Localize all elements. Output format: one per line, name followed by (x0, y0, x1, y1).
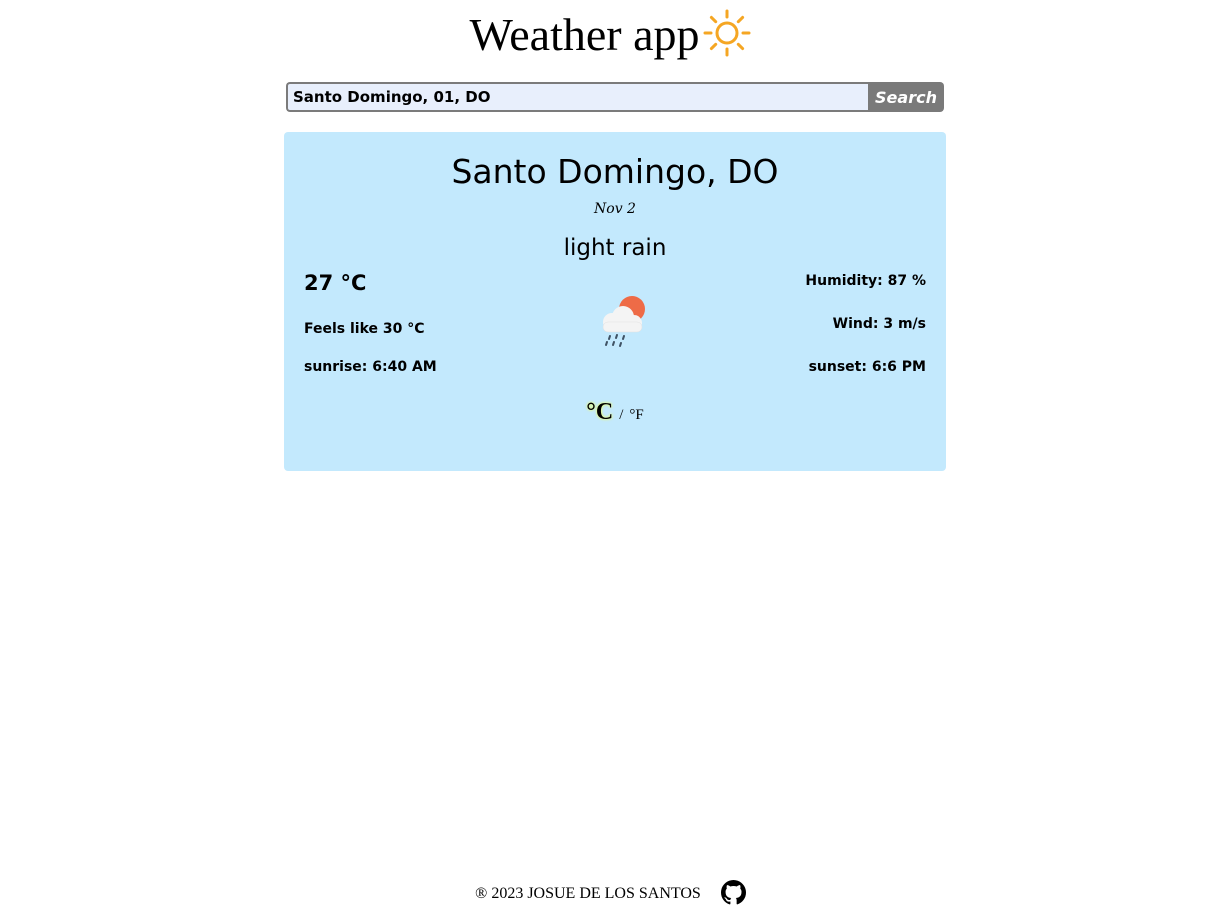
app-title-text: Weather app (469, 9, 700, 60)
unit-separator: / (619, 407, 624, 423)
search-button[interactable]: Search (868, 82, 944, 112)
city-name: Santo Domingo, DO (451, 152, 779, 191)
cloud-sun-rain-icon (602, 296, 645, 347)
search-input[interactable] (286, 82, 868, 112)
feels-like: Feels like 30 °C (304, 321, 425, 337)
header: Weather app (0, 4, 1221, 66)
fahrenheit-toggle[interactable]: °F (629, 407, 643, 423)
weather-description: light rain (563, 235, 667, 261)
temperature: 27 °C (304, 271, 367, 295)
unit-toggle: °C / °F (284, 399, 946, 426)
weather-card: Santo Domingo, DO Nov 2 light rain 27 °C… (284, 132, 946, 471)
wind: Wind: 3 m/s (832, 316, 926, 332)
sunrise: sunrise: 6:40 AM (304, 359, 437, 375)
app-title: Weather app (470, 4, 752, 66)
celsius-toggle[interactable]: °C (586, 399, 613, 425)
search-form: Search (286, 82, 944, 112)
humidity: Humidity: 87 % (805, 273, 926, 289)
footer: ® 2023 JOSUE DE LOS SANTOS (0, 880, 1221, 905)
sun-icon (703, 9, 750, 57)
github-icon[interactable] (720, 880, 746, 905)
date: Nov 2 (594, 201, 636, 217)
copyright-text: ® 2023 JOSUE DE LOS SANTOS (475, 884, 701, 902)
sunset: sunset: 6:6 PM (808, 359, 926, 375)
